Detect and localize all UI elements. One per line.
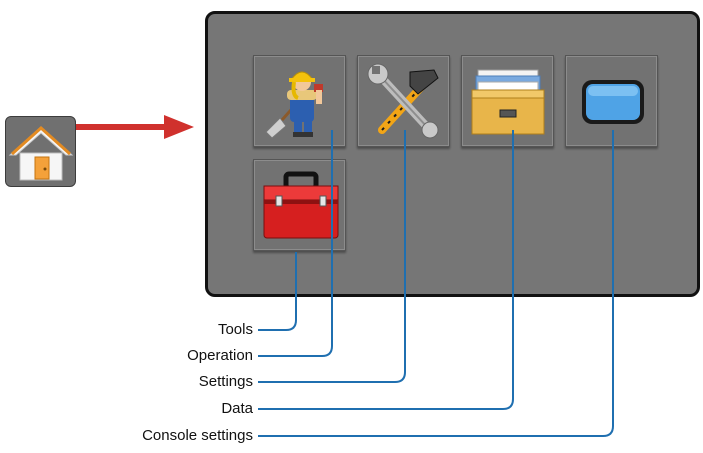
callout-label-console-settings: Console settings	[142, 427, 253, 444]
callout-line-tools	[258, 252, 297, 331]
callout-label-data: Data	[221, 400, 253, 417]
callout-label-settings: Settings	[198, 373, 253, 390]
callout-label-operation: Operation	[187, 347, 253, 364]
callout-label-tools: Tools	[217, 321, 253, 338]
callout-line-console-settings	[258, 130, 614, 437]
callout-lines	[258, 130, 614, 437]
